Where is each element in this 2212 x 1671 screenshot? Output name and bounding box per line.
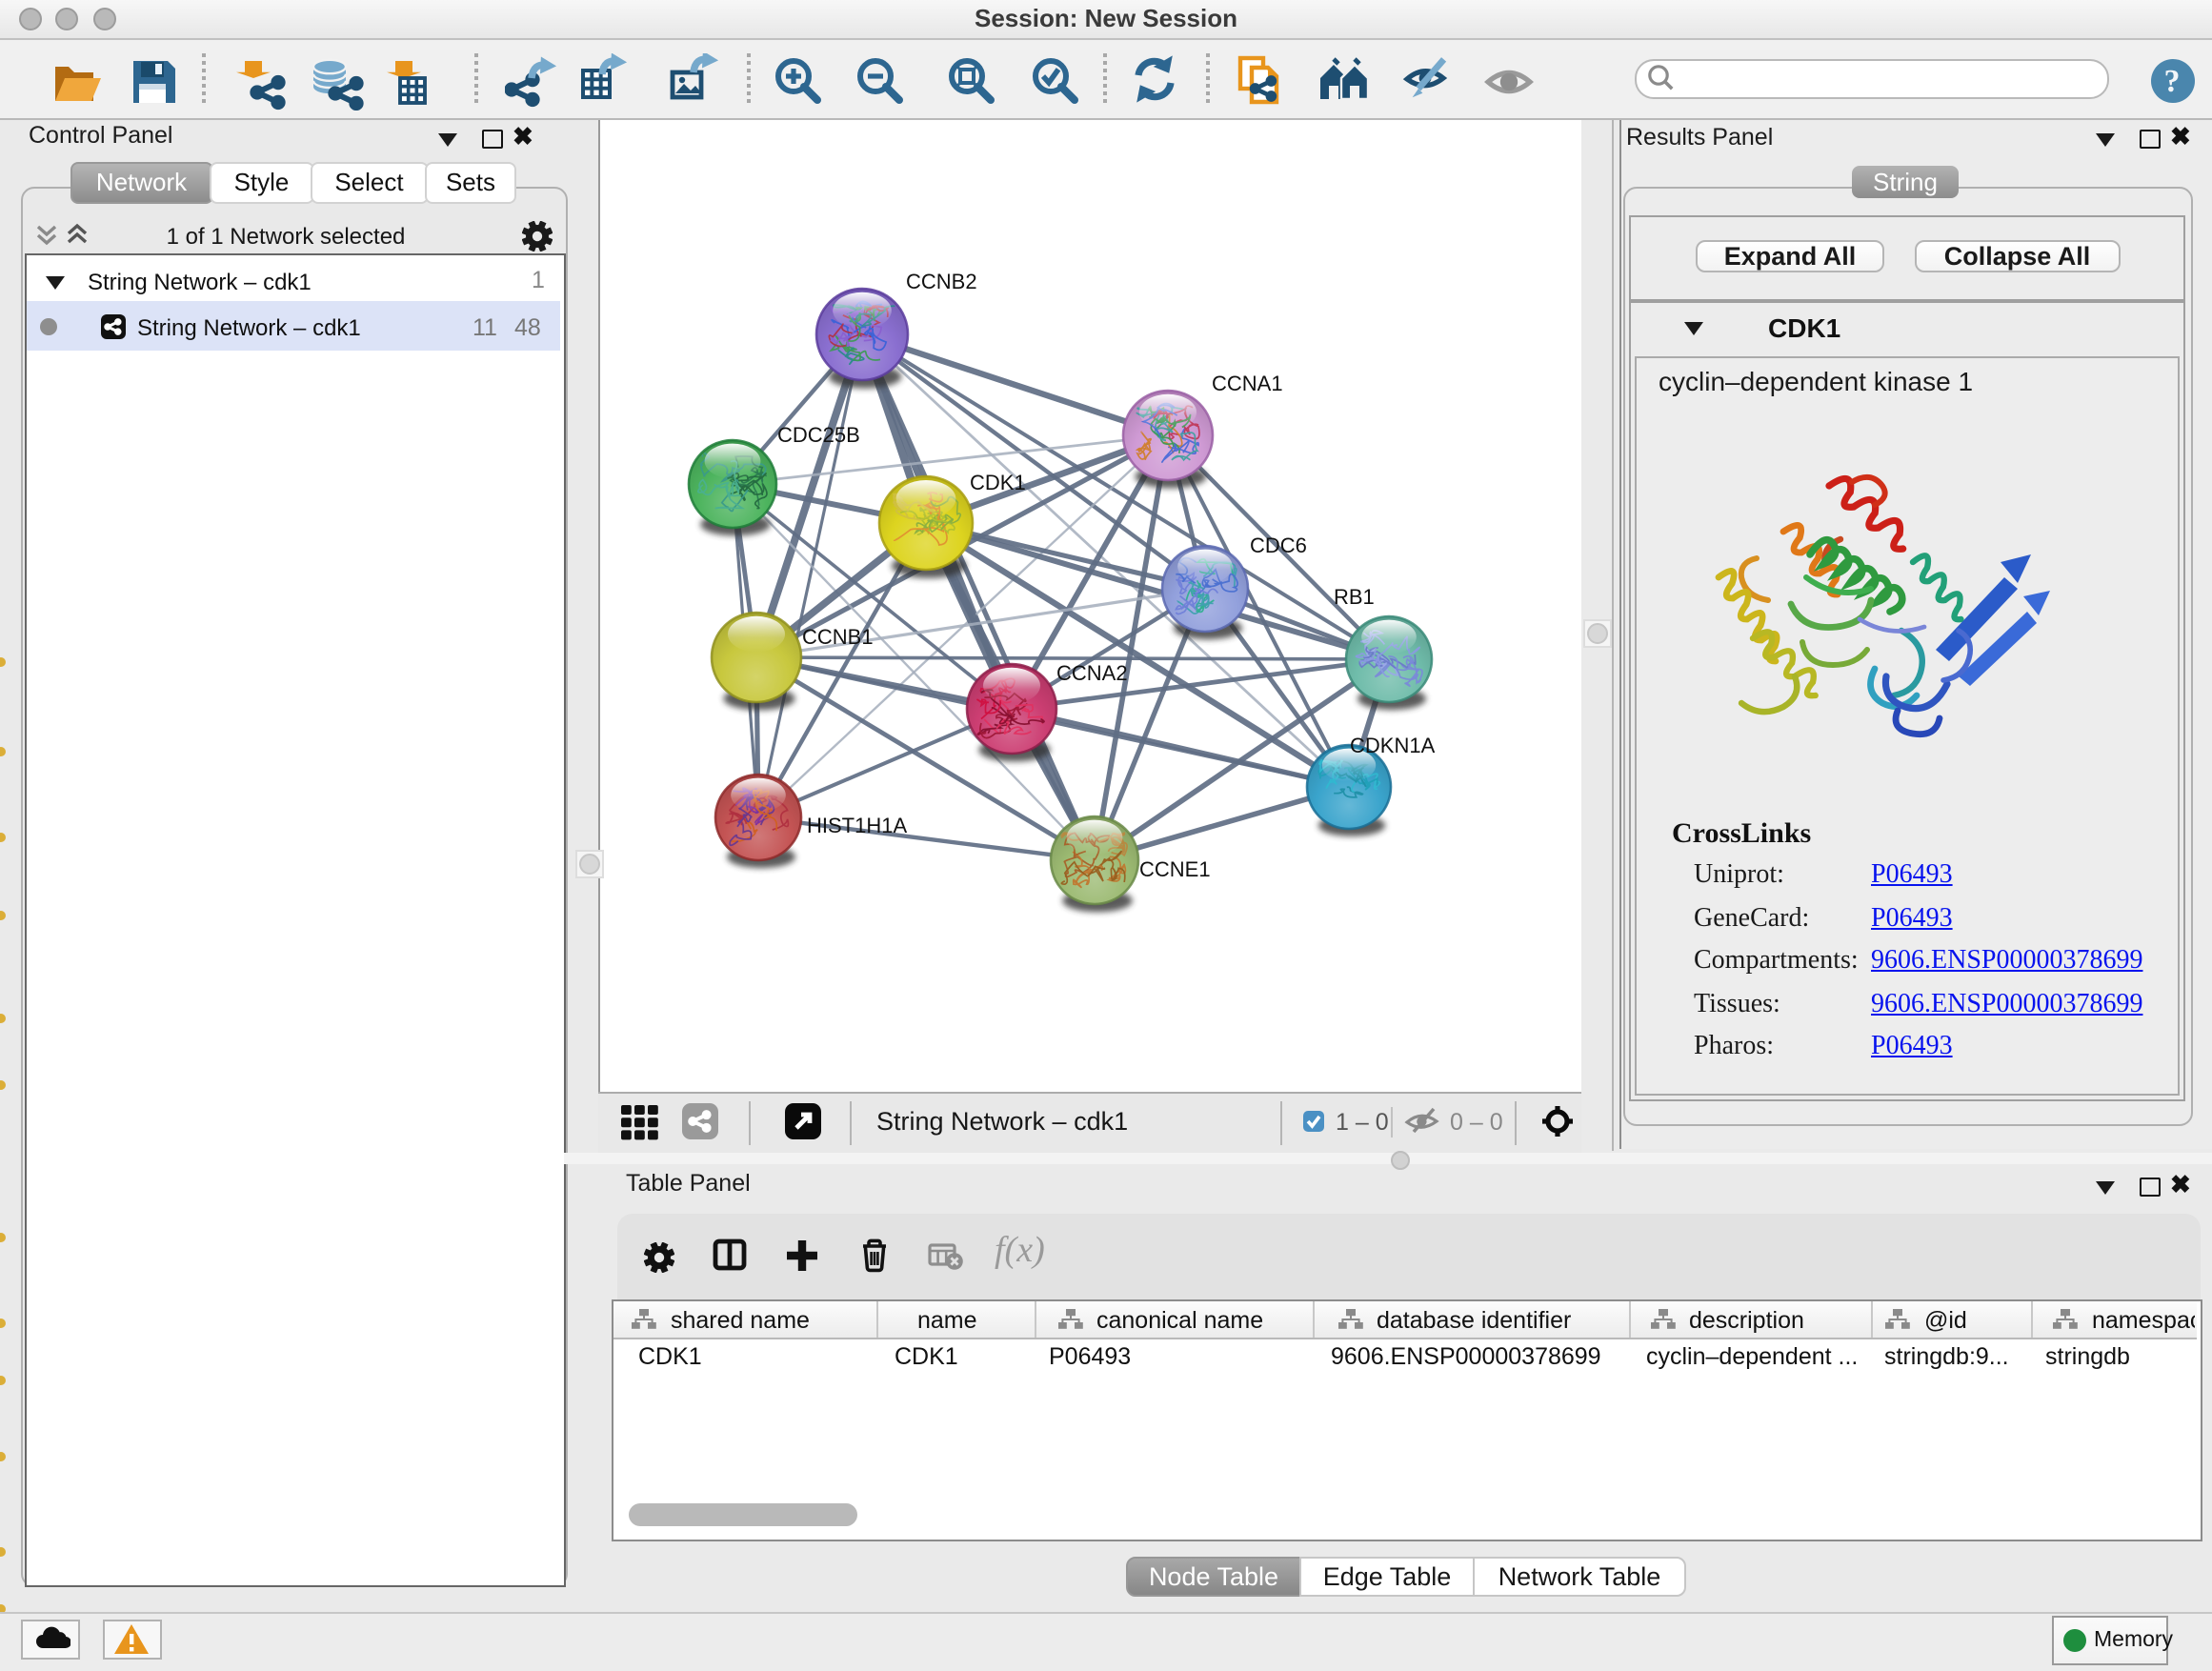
svg-text:CCNB2: CCNB2 <box>905 270 976 293</box>
svg-text:HIST1H1A: HIST1H1A <box>806 814 906 837</box>
svg-text:CCNA1: CCNA1 <box>1211 372 1282 395</box>
svg-text:RB1: RB1 <box>1333 585 1374 609</box>
svg-text:CDC6: CDC6 <box>1249 534 1306 557</box>
svg-text:CCNB1: CCNB1 <box>801 625 873 649</box>
svg-text:CDC25B: CDC25B <box>776 423 859 447</box>
svg-text:CDK1: CDK1 <box>969 471 1025 494</box>
svg-text:CCNE1: CCNE1 <box>1138 857 1210 881</box>
svg-text:CDKN1A: CDKN1A <box>1349 734 1435 757</box>
svg-text:CCNA2: CCNA2 <box>1056 661 1127 685</box>
